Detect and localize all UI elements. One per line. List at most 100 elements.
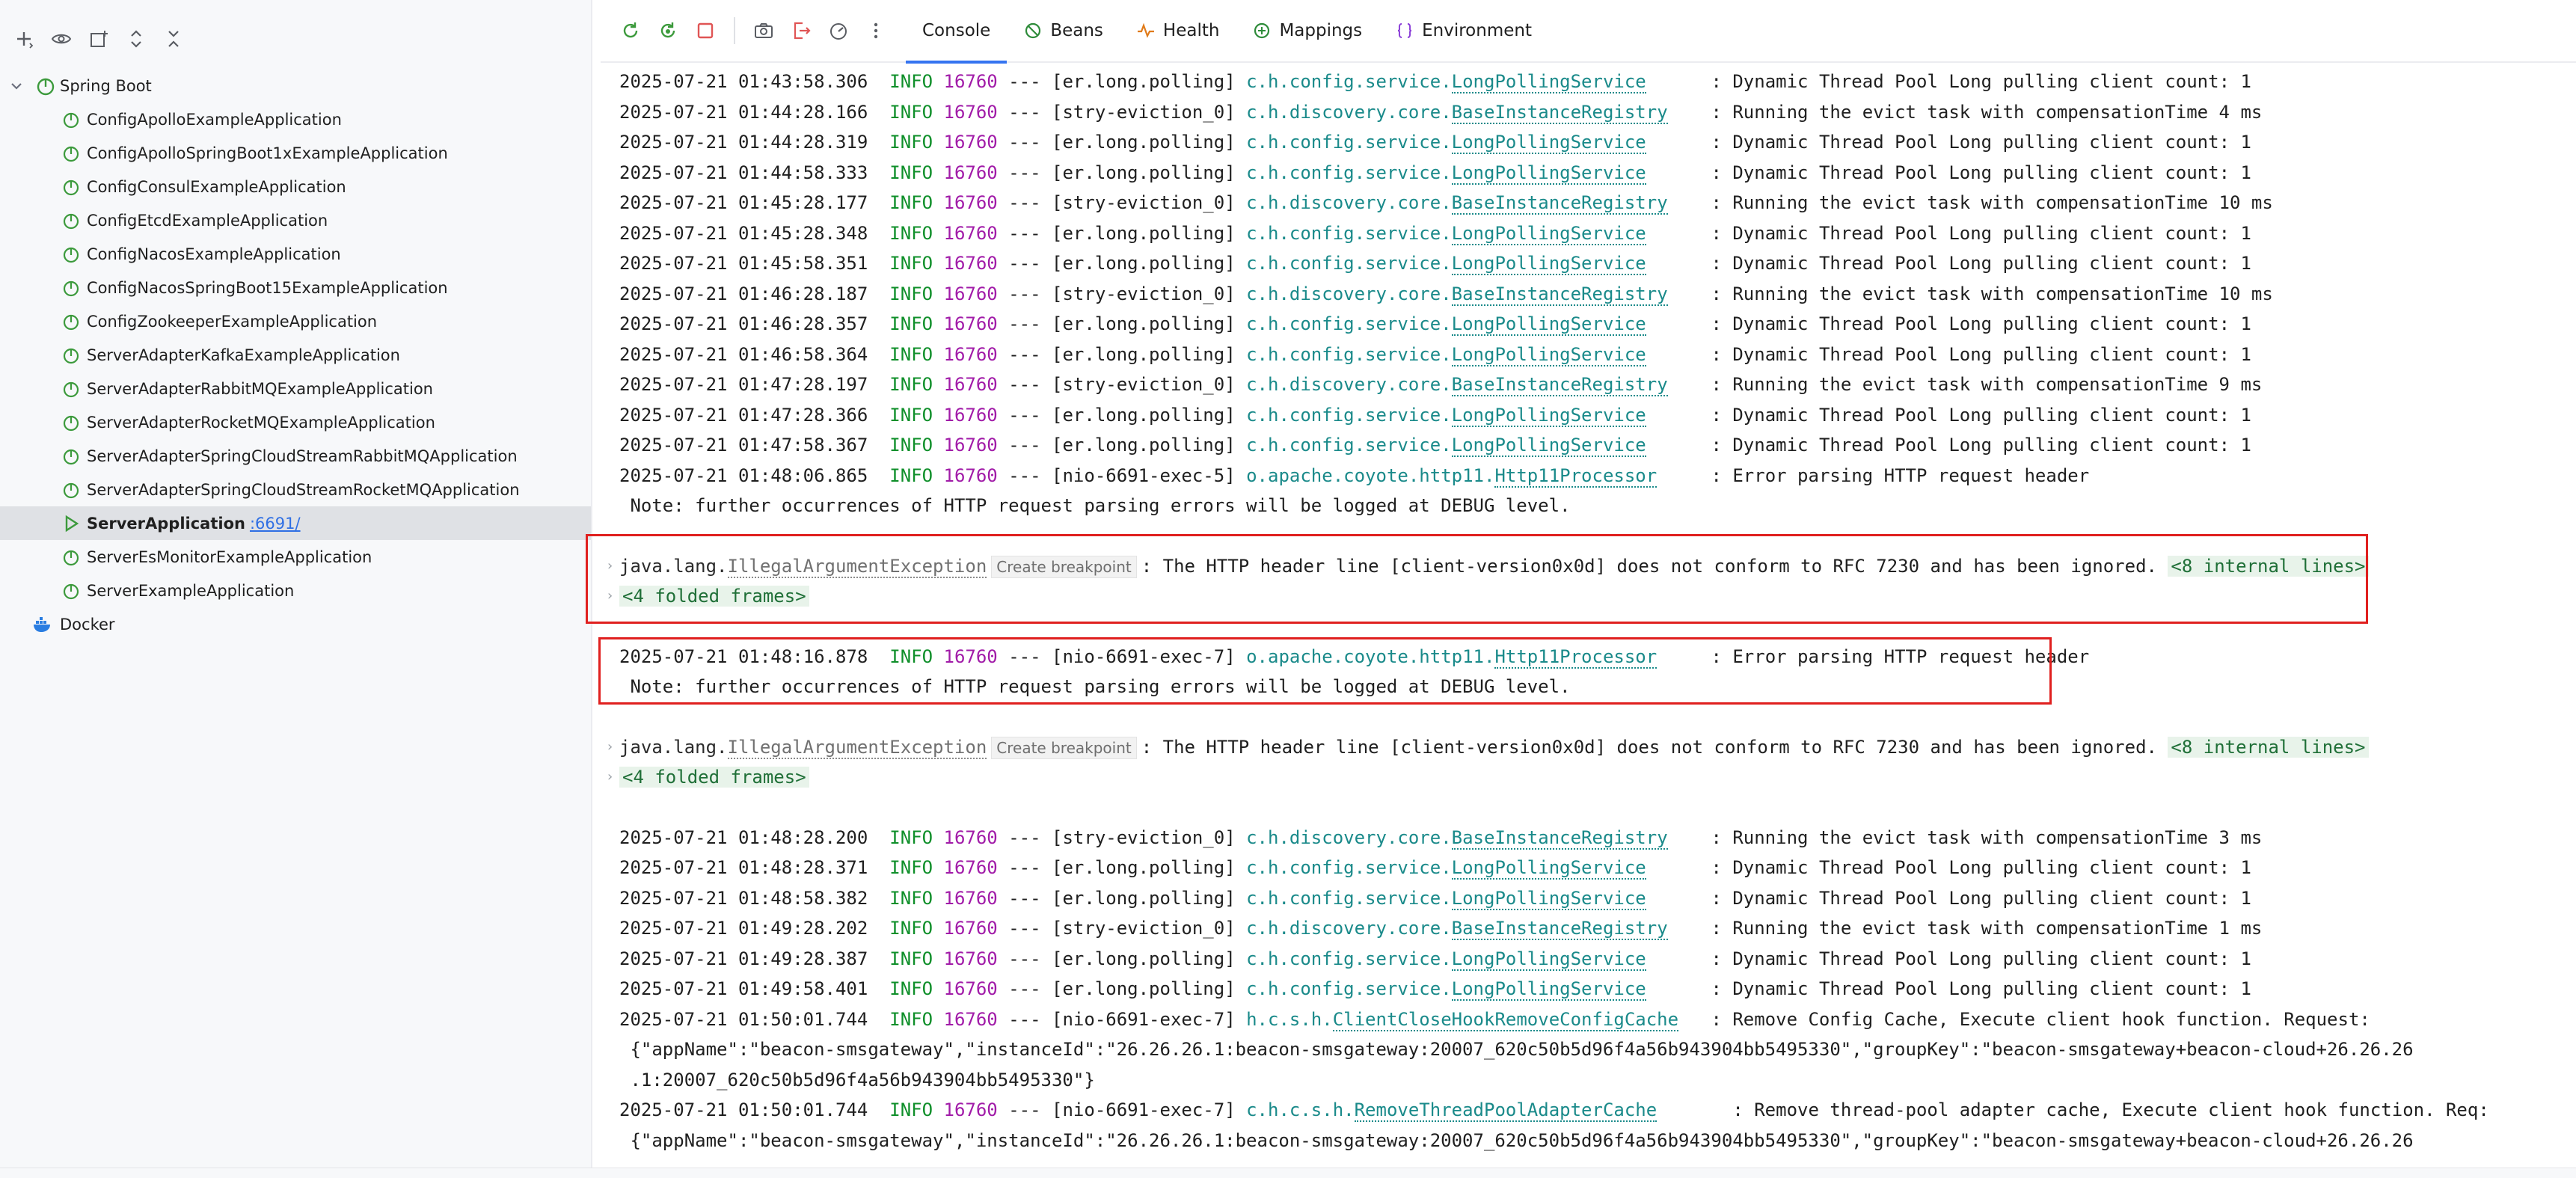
log-logger-link[interactable]: c.h.config.service.LongPollingService bbox=[1246, 71, 1646, 93]
camera-icon[interactable] bbox=[747, 14, 780, 47]
log-logger-link[interactable]: c.h.config.service.LongPollingService bbox=[1246, 343, 1646, 366]
log-logger-link[interactable]: c.h.c.s.h.RemoveThreadPoolAdapterCache bbox=[1246, 1099, 1657, 1122]
log-logger-link[interactable]: c.h.discovery.core.BaseInstanceRegistry bbox=[1246, 374, 1668, 396]
logger-class[interactable]: LongPollingService bbox=[1451, 404, 1646, 427]
log-logger-link[interactable]: c.h.discovery.core.BaseInstanceRegistry bbox=[1246, 101, 1668, 124]
create-breakpoint-button[interactable]: Create breakpoint bbox=[991, 736, 1137, 759]
tree-node-app[interactable]: ServerAdapterSpringCloudStreamRocketMQAp… bbox=[0, 473, 591, 506]
logger-class[interactable]: LongPollingService bbox=[1451, 253, 1646, 275]
add-service-icon[interactable] bbox=[7, 22, 40, 55]
collapse-all-icon[interactable] bbox=[157, 22, 190, 55]
log-logger-link[interactable]: c.h.config.service.LongPollingService bbox=[1246, 162, 1646, 185]
chevron-down-icon[interactable] bbox=[7, 77, 25, 95]
logger-class[interactable]: Http11Processor bbox=[1494, 464, 1657, 488]
logger-class[interactable]: LongPollingService bbox=[1451, 222, 1646, 245]
tree-node-app[interactable]: ServerApplication:6691/ bbox=[0, 506, 591, 540]
logger-class[interactable]: LongPollingService bbox=[1451, 343, 1646, 366]
folded-frames-toggle[interactable]: <4 folded frames> bbox=[619, 767, 809, 788]
tab-beans[interactable]: Beans bbox=[1007, 0, 1120, 62]
logger-package: c.h.discovery.core. bbox=[1246, 192, 1452, 213]
internal-lines-toggle[interactable]: <8 internal lines> bbox=[2168, 736, 2369, 758]
tab-health[interactable]: Health bbox=[1120, 0, 1236, 62]
logger-class[interactable]: BaseInstanceRegistry bbox=[1451, 192, 1668, 215]
tree-node-app[interactable]: ConfigApolloExampleApplication bbox=[0, 102, 591, 136]
rerun-icon[interactable] bbox=[614, 14, 647, 47]
log-logger-link[interactable]: c.h.config.service.LongPollingService bbox=[1246, 313, 1646, 336]
log-logger-link[interactable]: c.h.config.service.LongPollingService bbox=[1246, 887, 1646, 910]
log-logger-link[interactable]: c.h.discovery.core.BaseInstanceRegistry bbox=[1246, 283, 1668, 306]
log-separator: --- bbox=[1008, 101, 1041, 123]
log-pid: 16760 bbox=[943, 222, 998, 244]
stop-icon[interactable] bbox=[689, 14, 722, 47]
eye-icon[interactable] bbox=[45, 22, 78, 55]
log-logger-link[interactable]: c.h.config.service.LongPollingService bbox=[1246, 132, 1646, 154]
log-logger-link[interactable]: c.h.config.service.LongPollingService bbox=[1246, 222, 1646, 245]
logger-class[interactable]: LongPollingService bbox=[1451, 162, 1646, 185]
log-logger-link[interactable]: c.h.config.service.LongPollingService bbox=[1246, 253, 1646, 275]
tab-label: Mappings bbox=[1279, 21, 1363, 40]
logger-class[interactable]: RemoveThreadPoolAdapterCache bbox=[1354, 1099, 1657, 1122]
logger-class[interactable]: LongPollingService bbox=[1451, 887, 1646, 910]
log-separator: --- bbox=[1008, 948, 1041, 969]
log-line: 2025-07-21 01:44:58.333 INFO 16760 --- [… bbox=[619, 158, 2251, 188]
logger-class[interactable]: LongPollingService bbox=[1451, 948, 1646, 971]
logger-class[interactable]: ClientCloseHookRemoveConfigCache bbox=[1332, 1008, 1679, 1031]
expand-all-icon[interactable] bbox=[120, 22, 153, 55]
tab-mappings[interactable]: Mappings bbox=[1236, 0, 1379, 62]
logger-class[interactable]: BaseInstanceRegistry bbox=[1451, 101, 1668, 124]
log-logger-link[interactable]: c.h.discovery.core.BaseInstanceRegistry bbox=[1246, 192, 1668, 215]
log-pid: 16760 bbox=[943, 283, 998, 304]
exit-icon[interactable] bbox=[785, 14, 818, 47]
log-logger-link[interactable]: c.h.config.service.LongPollingService bbox=[1246, 978, 1646, 1001]
tree-node-app[interactable]: ServerAdapterRabbitMQExampleApplication bbox=[0, 372, 591, 405]
log-logger-link[interactable]: c.h.discovery.core.BaseInstanceRegistry bbox=[1246, 918, 1668, 940]
tree-node-app[interactable]: ConfigEtcdExampleApplication bbox=[0, 203, 591, 237]
log-logger-link[interactable]: o.apache.coyote.http11.Http11Processor bbox=[1246, 464, 1657, 488]
logger-package: c.h.config.service. bbox=[1246, 978, 1452, 999]
logger-package: c.h.config.service. bbox=[1246, 313, 1452, 334]
more-options-icon[interactable] bbox=[859, 14, 892, 47]
logger-class[interactable]: LongPollingService bbox=[1451, 435, 1646, 457]
logger-package: c.h.config.service. bbox=[1246, 222, 1452, 244]
tree-node-app[interactable]: ConfigNacosExampleApplication bbox=[0, 237, 591, 271]
tree-node-app[interactable]: ServerAdapterSpringCloudStreamRabbitMQAp… bbox=[0, 439, 591, 473]
log-separator: --- bbox=[1008, 132, 1041, 153]
tree-node-app[interactable]: ConfigZookeeperExampleApplication bbox=[0, 304, 591, 338]
log-thread: [er.long.polling] bbox=[1052, 978, 1236, 999]
tree-node-app[interactable]: ServerExampleApplication bbox=[0, 574, 591, 607]
rerun-debug-icon[interactable] bbox=[651, 14, 684, 47]
log-logger-link[interactable]: c.h.config.service.LongPollingService bbox=[1246, 435, 1646, 457]
expand-arrow-icon[interactable]: › bbox=[606, 762, 614, 792]
dashboard-icon[interactable] bbox=[822, 14, 855, 47]
logger-class[interactable]: BaseInstanceRegistry bbox=[1451, 374, 1668, 396]
port-link[interactable]: :6691/ bbox=[250, 515, 301, 533]
tree-node-spring-boot[interactable]: Spring Boot bbox=[0, 69, 591, 102]
logger-class[interactable]: LongPollingService bbox=[1451, 313, 1646, 336]
log-logger-link[interactable]: c.h.config.service.LongPollingService bbox=[1246, 404, 1646, 427]
log-logger-link[interactable]: c.h.discovery.core.BaseInstanceRegistry bbox=[1246, 826, 1668, 850]
tab-console[interactable]: Console bbox=[906, 0, 1008, 64]
tree-node-app[interactable]: ConfigNacosSpringBoot15ExampleApplicatio… bbox=[0, 271, 591, 304]
log-line: 2025-07-21 01:43:58.306 INFO 16760 --- [… bbox=[619, 67, 2251, 96]
new-group-icon[interactable] bbox=[82, 22, 115, 55]
tree-node-app[interactable]: ServerEsMonitorExampleApplication bbox=[0, 540, 591, 574]
expand-arrow-icon[interactable]: › bbox=[606, 732, 614, 762]
logger-class[interactable]: BaseInstanceRegistry bbox=[1451, 283, 1668, 306]
log-level: INFO bbox=[889, 435, 933, 455]
logger-class[interactable]: LongPollingService bbox=[1451, 71, 1646, 93]
log-logger-link[interactable]: c.h.config.service.LongPollingService bbox=[1246, 857, 1646, 880]
log-logger-link[interactable]: h.c.s.h.ClientCloseHookRemoveConfigCache bbox=[1246, 1008, 1679, 1031]
tree-node-app[interactable]: ServerAdapterKafkaExampleApplication bbox=[0, 338, 591, 372]
tab-environment[interactable]: Environment bbox=[1379, 0, 1548, 62]
tree-node-app[interactable]: ConfigApolloSpringBoot1xExampleApplicati… bbox=[0, 136, 591, 170]
tree-node-app[interactable]: ConfigConsulExampleApplication bbox=[0, 170, 591, 203]
logger-class[interactable]: LongPollingService bbox=[1451, 857, 1646, 880]
exception-class-link[interactable]: IllegalArgumentException bbox=[727, 736, 987, 759]
logger-class[interactable]: LongPollingService bbox=[1451, 978, 1646, 1001]
logger-class[interactable]: BaseInstanceRegistry bbox=[1451, 918, 1668, 940]
logger-class[interactable]: BaseInstanceRegistry bbox=[1451, 826, 1668, 850]
tree-node-app[interactable]: ServerAdapterRocketMQExampleApplication bbox=[0, 405, 591, 439]
logger-class[interactable]: LongPollingService bbox=[1451, 132, 1646, 154]
log-logger-link[interactable]: c.h.config.service.LongPollingService bbox=[1246, 948, 1646, 971]
tree-node-docker[interactable]: Docker bbox=[0, 607, 591, 641]
